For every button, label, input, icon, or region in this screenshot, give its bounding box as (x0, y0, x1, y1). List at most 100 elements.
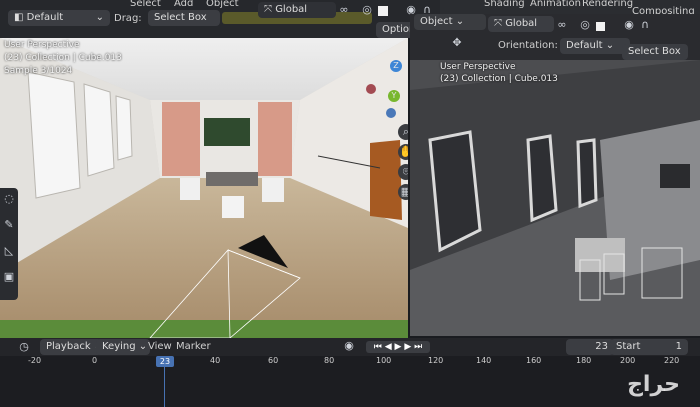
grid-view-icon[interactable]: ▦ (398, 184, 408, 200)
tab-rendering[interactable]: Rendering (582, 0, 633, 9)
play-icon[interactable]: ▶ (395, 342, 402, 352)
drag-label: Drag: (114, 13, 142, 24)
tick-label: 60 (268, 356, 279, 365)
tick-label: 180 (576, 356, 592, 365)
tick-label: 220 (664, 356, 680, 365)
start-value: 1 (675, 341, 682, 352)
timeline-editor-type-icon[interactable]: ◷ (16, 340, 32, 353)
right-transform-value: Global (505, 18, 538, 29)
right-falloff-icon[interactable]: ∩ (638, 18, 652, 31)
frame-ruler[interactable]: -20 0 40 60 80 100 120 140 160 180 200 2… (0, 356, 700, 368)
transform-orientation-dropdown[interactable]: ⤧ Global (258, 2, 336, 18)
collection-info-label: (23) Collection | Cube.013 (4, 53, 122, 63)
timeline-view-menu[interactable]: View (148, 341, 172, 352)
tick-label: 0 (92, 356, 98, 365)
chevron-down-icon: ⌄ (95, 12, 104, 23)
right-3d-viewport[interactable]: Object ⌄ ⤧ Global ∞ ◎ ◉ ∩ ✥ Orientation:… (410, 14, 700, 336)
jump-start-icon[interactable]: ⏮ (374, 342, 382, 352)
right-proportional-icon[interactable]: ◎ (578, 18, 592, 31)
menu-object[interactable]: Object (206, 0, 239, 9)
cursor-tool-icon[interactable]: ◌ (2, 192, 16, 205)
jump-end-icon[interactable]: ⏭ (414, 342, 422, 352)
tick-label: 200 (620, 356, 636, 365)
proportional-edit-icon[interactable]: ◎ (360, 3, 374, 16)
playhead-line[interactable] (164, 367, 165, 407)
move-gizmo-icon[interactable]: ✥ (450, 36, 464, 49)
menu-add[interactable]: Add (174, 0, 193, 9)
current-frame-field[interactable]: 23 (566, 339, 614, 355)
orientation-value: Default (566, 40, 603, 51)
playback-label: Playback (46, 341, 91, 352)
playback-menu[interactable]: Playback ⌄ (40, 339, 102, 355)
current-frame-field-value: 23 (595, 341, 608, 352)
tab-shading[interactable]: Shading (484, 0, 525, 9)
orientation-label: Orientation: (498, 40, 558, 51)
camera-view-icon[interactable]: ⌾ (398, 164, 408, 180)
transform-icon: ⤧ (264, 4, 272, 15)
tick-label: 80 (324, 356, 335, 365)
keying-menu[interactable]: Keying ⌄ (96, 339, 150, 355)
transform-value: Global (275, 4, 308, 15)
right-transform-icon: ⤧ (494, 18, 502, 29)
mode-value: Default (26, 12, 64, 23)
playhead-frame-indicator[interactable]: 23 (156, 356, 174, 367)
right-drag-dropdown[interactable]: Select Box (622, 44, 688, 60)
start-frame-field[interactable]: Start 1 (610, 339, 688, 355)
tick-label: 100 (376, 356, 392, 365)
start-label: Start (616, 341, 641, 352)
zoom-icon[interactable]: ⌕ (398, 124, 408, 140)
add-cube-tool-icon[interactable]: ▣ (2, 270, 16, 283)
playback-controls: ⏮ ◀ ▶ ▶ ⏭ (366, 341, 430, 353)
watermark-logo: حراج (627, 372, 680, 397)
annotate-tool-icon[interactable]: ✎ (2, 218, 16, 231)
tab-animation[interactable]: Animation (530, 0, 581, 9)
right-mode-dropdown[interactable]: Object ⌄ (414, 14, 486, 30)
right-snap-icon[interactable]: ∞ (552, 18, 572, 31)
timeline-editor: ◷ Playback ⌄ Keying ⌄ View Marker ◉ ⏮ ◀ … (0, 338, 700, 407)
pan-hand-icon[interactable]: ✋ (398, 144, 408, 160)
tick-label: 120 (428, 356, 444, 365)
solid-view-room (410, 60, 700, 336)
tick-label: 140 (476, 356, 492, 365)
keying-label: Keying (102, 341, 136, 352)
view-name-label: User Perspective (4, 40, 80, 50)
gizmo-z-label: Z (393, 61, 399, 70)
mode-dropdown[interactable]: ◧ Default ⌄ (8, 10, 110, 26)
right-collection-info-label: (23) Collection | Cube.013 (440, 74, 558, 84)
snap-icon[interactable]: ∞ (332, 3, 356, 16)
gizmo-neg-z-axis[interactable] (386, 108, 396, 118)
right-view-name-label: User Perspective (440, 62, 516, 72)
rendered-room-image (0, 38, 408, 350)
workspace-tabs: Shading Animation Rendering Compositing (440, 0, 700, 17)
right-transform-dropdown[interactable]: ⤧ Global (488, 16, 554, 32)
timeline-marker-menu[interactable]: Marker (176, 341, 211, 352)
right-mode-value: Object (420, 16, 453, 27)
sample-info-label: Sample 3/1024 (4, 66, 73, 76)
gizmo-z-axis[interactable]: Z (390, 60, 402, 72)
drag-value: Select Box (154, 12, 207, 23)
right-shading-solid-icon[interactable] (596, 22, 605, 31)
playhead-frame-value: 23 (159, 357, 171, 366)
measure-tool-icon[interactable]: ◺ (2, 244, 16, 257)
next-keyframe-icon[interactable]: ▶ (404, 342, 411, 352)
orientation-dropdown[interactable]: Default ⌄ (560, 38, 630, 54)
tick-label: -20 (28, 356, 42, 365)
right-viewport-header: Object ⌄ ⤧ Global ∞ ◎ ◉ ∩ ✥ Orientation:… (410, 14, 700, 60)
gizmo-y-label: Y (391, 91, 397, 100)
timeline-header: ◷ Playback ⌄ Keying ⌄ View Marker ◉ ⏮ ◀ … (0, 338, 700, 356)
right-overlay-icon[interactable]: ◉ (622, 18, 636, 31)
right-drag-value: Select Box (628, 46, 681, 57)
tick-label: 40 (210, 356, 221, 365)
viewport-shading-solid-icon[interactable] (378, 6, 388, 16)
auto-keying-icon[interactable]: ◉ (342, 339, 356, 352)
menu-select[interactable]: Select (130, 0, 161, 9)
gizmo-neg-x-axis[interactable] (366, 84, 376, 94)
left-3d-viewport[interactable]: User Perspective (23) Collection | Cube.… (0, 38, 408, 350)
tool-shelf: ◌ ✎ ◺ ▣ (0, 188, 18, 300)
left-viewport-header: Select Add Object ◧ Default ⌄ Drag: Sele… (0, 0, 440, 38)
gizmo-y-axis[interactable]: Y (388, 90, 400, 102)
prev-keyframe-icon[interactable]: ◀ (385, 342, 392, 352)
tick-label: 160 (526, 356, 542, 365)
mode-icon: ◧ (14, 12, 24, 23)
drag-dropdown[interactable]: Select Box (148, 10, 220, 26)
